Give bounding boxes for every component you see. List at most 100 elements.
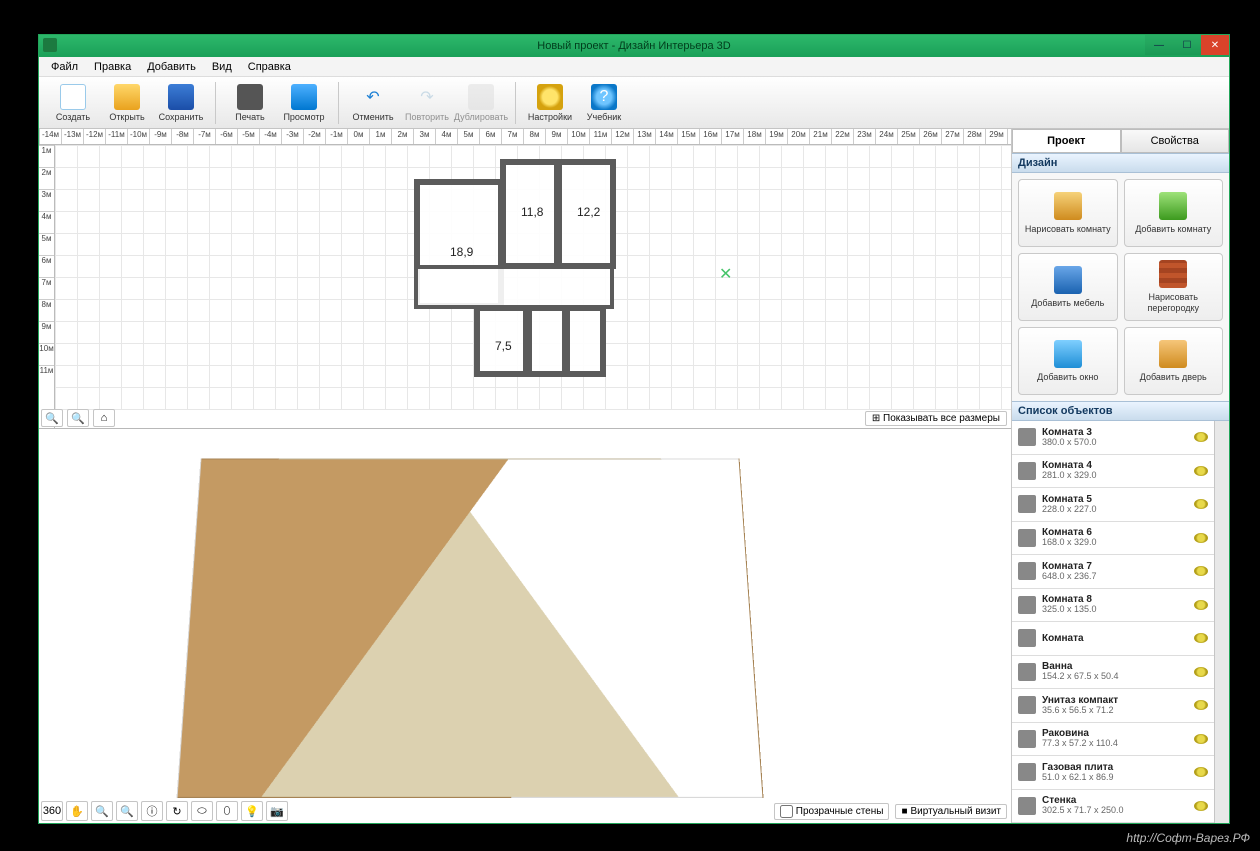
save-button[interactable]: Сохранить [155,80,207,126]
scrollbar[interactable] [1214,421,1229,823]
hallway[interactable] [414,265,614,309]
visibility-eye-icon[interactable] [1194,600,1208,610]
ruler-tick: 25м [897,129,919,144]
menu-edit[interactable]: Правка [86,59,139,75]
print-button[interactable]: Печать [224,80,276,126]
home-button[interactable]: ⌂ [93,409,115,427]
ruler-tick: 7м [39,277,54,299]
save-icon [168,84,194,110]
tutorial-button[interactable]: ?Учебник [578,80,630,126]
ruler-tick: 8м [523,129,545,144]
menu-view[interactable]: Вид [204,59,240,75]
object-dimensions: 228.0 x 227.0 [1042,505,1097,515]
ruler-tick: -14м [39,129,61,144]
menu-add[interactable]: Добавить [139,59,204,75]
ruler-tick: -7м [193,129,215,144]
object-icon [1018,562,1036,580]
orbit-button[interactable]: ↻ [166,801,188,821]
object-icon [1018,663,1036,681]
room-small-1[interactable] [526,305,568,377]
visibility-eye-icon[interactable] [1194,466,1208,476]
visibility-eye-icon[interactable] [1194,566,1208,576]
object-row[interactable]: Ванна154.2 x 67.5 x 50.4 [1012,656,1214,690]
duplicate-button[interactable]: Дублировать [455,80,507,126]
redo-button[interactable]: ↷Повторить [401,80,453,126]
visibility-eye-icon[interactable] [1194,801,1208,811]
add-furniture-button[interactable]: Добавить мебель [1018,253,1118,321]
window-controls: — ☐ ✕ [1145,35,1229,55]
maximize-button[interactable]: ☐ [1173,35,1201,55]
view-360-button[interactable]: 360 [41,801,63,821]
app-icon [43,38,57,52]
object-icon [1018,596,1036,614]
visibility-eye-icon[interactable] [1194,432,1208,442]
add-door-button[interactable]: Добавить дверь [1124,327,1224,395]
visibility-eye-icon[interactable] [1194,499,1208,509]
object-row[interactable]: Комната 4281.0 x 329.0 [1012,455,1214,489]
floorplan[interactable]: 18,9 11,8 12,2 7,5 [414,159,644,394]
object-row[interactable]: Комната 7648.0 x 236.7 [1012,555,1214,589]
object-row[interactable]: Комната 8325.0 x 135.0 [1012,589,1214,623]
zoom-in-3d-button[interactable]: 🔍 [116,801,138,821]
minimize-button[interactable]: — [1145,35,1173,55]
watermark: http://Софт-Варез.РФ [1126,831,1250,845]
close-button[interactable]: ✕ [1201,35,1229,55]
tab-project[interactable]: Проект [1012,129,1121,152]
zoom-out-button[interactable]: 🔍 [41,409,63,427]
object-row[interactable]: Комната 3380.0 x 570.0 [1012,421,1214,455]
visibility-eye-icon[interactable] [1194,633,1208,643]
info-button[interactable]: ⓘ [141,801,163,821]
object-row[interactable]: Комната 5228.0 x 227.0 [1012,488,1214,522]
main-area: -14м-13м-12м-11м-10м-9м-8м-7м-6м-5м-4м-3… [39,129,1229,823]
object-row[interactable]: Газовая плита51.0 x 62.1 x 86.9 [1012,756,1214,790]
visibility-eye-icon[interactable] [1194,734,1208,744]
show-all-sizes-toggle[interactable]: ⊞ Показывать все размеры [865,411,1007,426]
object-row[interactable]: Комната 6168.0 x 329.0 [1012,522,1214,556]
camera-button[interactable]: 📷 [266,801,288,821]
help-icon: ? [591,84,617,110]
zoom-in-button[interactable]: 🔍 [67,409,89,427]
zoom-out-3d-button[interactable]: 🔍 [91,801,113,821]
titlebar: Новый проект - Дизайн Интерьера 3D — ☐ ✕ [39,35,1229,57]
object-row[interactable]: Раковина77.3 x 57.2 x 110.4 [1012,723,1214,757]
object-list[interactable]: Комната 3380.0 x 570.0Комната 4281.0 x 3… [1012,421,1214,823]
new-button[interactable]: Создать [47,80,99,126]
preview-button[interactable]: Просмотр [278,80,330,126]
tab-properties[interactable]: Свойства [1121,129,1230,152]
undo-button[interactable]: ↶Отменить [347,80,399,126]
add-window-button[interactable]: Добавить окно [1018,327,1118,395]
ruler-tick: 4м [39,211,54,233]
visibility-eye-icon[interactable] [1194,767,1208,777]
room-3[interactable]: 12,2 [556,159,616,269]
add-room-button[interactable]: Добавить комнату [1124,179,1224,247]
visibility-eye-icon[interactable] [1194,667,1208,677]
lasso-button[interactable]: ⬯ [216,801,238,821]
room-small-2[interactable] [564,305,606,377]
visibility-eye-icon[interactable] [1194,533,1208,543]
room-4[interactable]: 7,5 [474,305,529,377]
visibility-eye-icon[interactable] [1194,700,1208,710]
light-button[interactable]: 💡 [241,801,263,821]
select-button[interactable]: ⬭ [191,801,213,821]
menu-file[interactable]: Файл [43,59,86,75]
side-panel: Проект Свойства Дизайн Нарисовать комнат… [1012,129,1229,823]
cursor-cross-icon: ✕ [719,264,732,284]
object-row[interactable]: Унитаз компакт35.6 x 56.5 x 71.2 [1012,689,1214,723]
draw-wall-button[interactable]: Нарисовать перегородку [1124,253,1224,321]
ruler-tick: 24м [875,129,897,144]
draw-room-button[interactable]: Нарисовать комнату [1018,179,1118,247]
plan-2d-view[interactable]: -14м-13м-12м-11м-10м-9м-8м-7м-6м-5м-4м-3… [39,129,1011,429]
ruler-tick: 9м [545,129,567,144]
settings-button[interactable]: Настройки [524,80,576,126]
ruler-tick: 6м [39,255,54,277]
open-button[interactable]: Открыть [101,80,153,126]
room-2[interactable]: 11,8 [500,159,560,269]
view-3d[interactable]: 360 ✋ 🔍 🔍 ⓘ ↻ ⬭ ⬯ 💡 📷 Прозрачные стены ■… [39,429,1011,823]
menu-help[interactable]: Справка [240,59,299,75]
pan-button[interactable]: ✋ [66,801,88,821]
transparent-walls-checkbox[interactable]: Прозрачные стены [774,803,890,820]
object-row[interactable]: Комната [1012,622,1214,656]
virtual-visit-toggle[interactable]: ■ Виртуальный визит [895,804,1007,819]
object-row[interactable]: Стенка302.5 x 71.7 x 250.0 [1012,790,1214,824]
separator [215,82,216,124]
